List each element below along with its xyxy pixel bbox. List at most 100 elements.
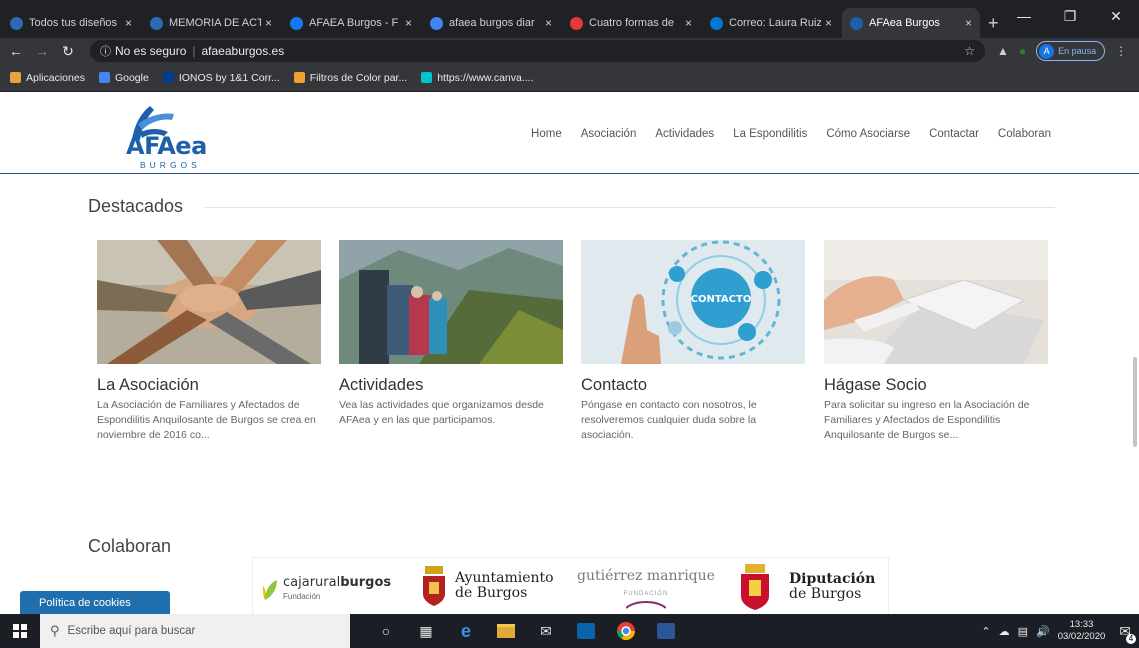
sponsors-strip: cajaruralburgos Fundación Ayuntamiento d… xyxy=(252,557,889,614)
nav-link[interactable]: Actividades xyxy=(655,128,714,140)
contact-image[interactable]: CONTACTO xyxy=(581,240,805,364)
back-icon[interactable]: ← xyxy=(6,43,26,59)
keyboard-image[interactable] xyxy=(824,240,1048,364)
card-title[interactable]: Contacto xyxy=(581,376,805,395)
reload-icon[interactable]: ↻ xyxy=(58,43,78,60)
bookmark-item[interactable]: Google xyxy=(98,71,149,84)
tab-favicon-icon xyxy=(570,16,583,30)
tab-title: afaea burgos diar xyxy=(449,17,535,29)
tab-close-icon[interactable]: × xyxy=(965,16,972,30)
forward-icon[interactable]: → xyxy=(32,43,52,59)
volume-icon[interactable]: 🔊 xyxy=(1036,625,1050,638)
tab-close-icon[interactable]: × xyxy=(545,16,552,30)
bookmark-label: Filtros de Color par... xyxy=(309,71,408,84)
extension-leaf-icon[interactable]: ● xyxy=(1019,44,1026,58)
card-title[interactable]: Actividades xyxy=(339,376,563,395)
outlook-icon[interactable] xyxy=(576,621,596,641)
logo-subtitle: BURGOS xyxy=(140,160,201,170)
nav-link[interactable]: Contactar xyxy=(929,128,979,140)
security-label: No es seguro xyxy=(115,44,187,58)
notifications-icon[interactable]: ✉ 4 xyxy=(1119,623,1136,644)
file-explorer-icon[interactable] xyxy=(496,621,516,641)
gutierrez-manrique-sub: FUNDACIÓN xyxy=(623,591,669,597)
card-asociacion[interactable]: La Asociación La Asociación de Familiare… xyxy=(97,240,321,443)
bookmark-item[interactable]: https://www.canva.... xyxy=(421,72,534,84)
taskbar-search-input[interactable]: ⚲ Escribe aquí para buscar xyxy=(40,614,350,648)
restore-icon[interactable]: ❐ xyxy=(1047,0,1093,32)
chrome-icon[interactable] xyxy=(616,621,636,641)
nav-link[interactable]: Cómo Asociarse xyxy=(826,128,910,140)
avatar: A xyxy=(1039,43,1055,59)
card-actividades[interactable]: Actividades Vea las actividades que orga… xyxy=(339,240,563,428)
nav-link[interactable]: Colaboran xyxy=(998,128,1051,140)
nav-link[interactable]: Asociación xyxy=(581,128,637,140)
tab-close-icon[interactable]: × xyxy=(265,16,272,30)
tab-close-icon[interactable]: × xyxy=(125,16,132,30)
tab-title: MEMORIA DE ACT xyxy=(169,17,261,29)
bookmark-label: Google xyxy=(114,71,149,84)
card-contacto[interactable]: CONTACTO Contacto Póngase en contacto co… xyxy=(581,240,805,443)
system-tray: ⌃ ☁ ▤ 🔊 13:33 03/02/2020 ✉ 4 xyxy=(981,619,1139,644)
hikers-image[interactable] xyxy=(339,240,563,364)
edge-icon[interactable]: e xyxy=(456,621,476,641)
bookmark-icon xyxy=(162,72,174,83)
card-hagase-socio[interactable]: Hágase Socio Para solicitar su ingreso e… xyxy=(824,240,1048,443)
close-window-icon[interactable]: ✕ xyxy=(1093,0,1139,32)
bookmark-item[interactable]: IONOS by 1&1 Corr... xyxy=(162,72,280,84)
browser-tab[interactable]: afaea burgos diar × xyxy=(422,8,560,38)
nav-link[interactable]: Home xyxy=(531,128,562,140)
tab-close-icon[interactable]: × xyxy=(825,16,832,30)
tab-close-icon[interactable]: × xyxy=(685,16,692,30)
browser-tab[interactable]: AFAea Burgos × xyxy=(842,8,980,38)
logo-text: AFAea xyxy=(126,132,207,160)
scrollbar-thumb[interactable] xyxy=(1133,357,1137,447)
browser-tab[interactable]: Todos tus diseños × xyxy=(2,8,140,38)
cajarural-bold: burgos xyxy=(340,575,392,590)
cortana-icon[interactable]: ○ xyxy=(376,621,396,641)
network-icon[interactable]: ▤ xyxy=(1018,625,1028,638)
cloud-icon[interactable]: ☁ xyxy=(999,625,1010,638)
bookmark-item[interactable]: Aplicaciones xyxy=(10,72,85,84)
chevron-up-icon[interactable]: ⌃ xyxy=(981,625,990,638)
omnibox-divider: | xyxy=(192,44,196,58)
gutierrez-manrique-logo[interactable]: gutiérrez manrique FUNDACIÓN xyxy=(577,568,715,610)
nav-link[interactable]: La Espondilitis xyxy=(733,128,807,140)
card-title[interactable]: Hágase Socio xyxy=(824,376,1048,395)
browser-tab[interactable]: Correo: Laura Ruiz × xyxy=(702,8,840,38)
diputacion-logo[interactable]: Diputación de Burgos xyxy=(739,564,875,610)
browser-tab[interactable]: MEMORIA DE ACT × xyxy=(142,8,280,38)
extension-icon[interactable]: ▲ xyxy=(997,44,1009,58)
gutierrez-manrique-text: gutiérrez manrique xyxy=(577,568,715,584)
afaea-logo[interactable]: AFAea BURGOS xyxy=(118,102,228,170)
cajarural-sub: Fundación xyxy=(283,592,321,601)
search-icon: ⚲ xyxy=(50,623,60,638)
new-tab-button[interactable]: + xyxy=(988,8,999,38)
tab-favicon-icon xyxy=(290,16,303,30)
ayuntamiento-logo[interactable]: Ayuntamiento de Burgos xyxy=(421,566,554,606)
task-view-icon[interactable]: ▦ xyxy=(416,621,436,641)
start-button[interactable] xyxy=(0,624,40,638)
minimize-icon[interactable]: — xyxy=(1001,0,1047,32)
bookmark-star-icon[interactable]: ☆ xyxy=(964,44,975,58)
bookmark-item[interactable]: Filtros de Color par... xyxy=(293,71,408,84)
clock[interactable]: 13:33 03/02/2020 xyxy=(1058,619,1106,643)
browser-tab[interactable]: AFAEA Burgos - F × xyxy=(282,8,420,38)
search-placeholder: Escribe aquí para buscar xyxy=(67,625,196,637)
cajarural-logo[interactable]: cajaruralburgos Fundación xyxy=(263,576,391,603)
hands-together-image[interactable] xyxy=(97,240,321,364)
extensions-area: ▲ ● A En pausa ⋮ xyxy=(997,41,1127,61)
mail-icon[interactable]: ✉ xyxy=(536,621,556,641)
tab-title: Correo: Laura Ruiz xyxy=(729,17,821,29)
burgos-shield-icon xyxy=(423,566,445,606)
info-icon[interactable]: ⓘ xyxy=(100,43,111,59)
menu-kebab-icon[interactable]: ⋮ xyxy=(1115,44,1127,58)
tab-title: Cuatro formas de xyxy=(589,17,674,29)
cookie-policy-button[interactable]: Política de cookies xyxy=(20,591,170,614)
url-input[interactable]: ⓘ No es seguro | afaeaburgos.es ☆ xyxy=(90,40,985,62)
browser-tab[interactable]: Cuatro formas de × xyxy=(562,8,700,38)
bookmark-icon xyxy=(421,72,433,83)
word-icon[interactable] xyxy=(656,621,676,641)
card-title[interactable]: La Asociación xyxy=(97,376,321,395)
tab-close-icon[interactable]: × xyxy=(405,16,412,30)
profile-button[interactable]: A En pausa xyxy=(1036,41,1106,61)
